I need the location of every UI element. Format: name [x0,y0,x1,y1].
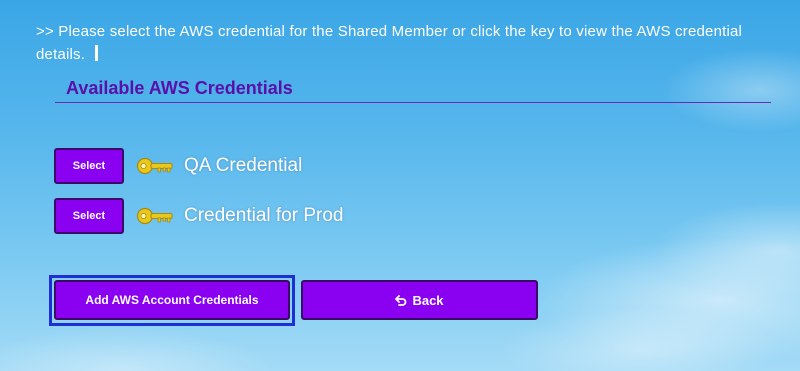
section-title: Available AWS Credentials [66,78,293,98]
back-button[interactable]: Back [301,280,538,320]
select-button-prod[interactable]: Select [54,198,124,234]
add-aws-account-credentials-button[interactable]: Add AWS Account Credentials [54,280,290,320]
text-cursor [95,45,99,61]
instruction-text: >> Please select the AWS credential for … [36,20,756,66]
section-divider [55,102,771,103]
undo-arrow-icon [395,293,407,308]
credential-name-prod: Credential for Prod [184,205,344,226]
credential-row-qa: Select QA Credential [54,148,302,184]
instruction-text-content: >> Please select the AWS credential for … [36,23,743,63]
key-icon[interactable] [136,205,174,227]
credential-row-prod: Select Credential for Prod [54,198,343,234]
back-button-label: Back [412,292,444,308]
select-button-qa[interactable]: Select [54,148,124,184]
credential-name-qa: QA Credential [184,155,303,176]
key-icon[interactable] [136,155,174,177]
